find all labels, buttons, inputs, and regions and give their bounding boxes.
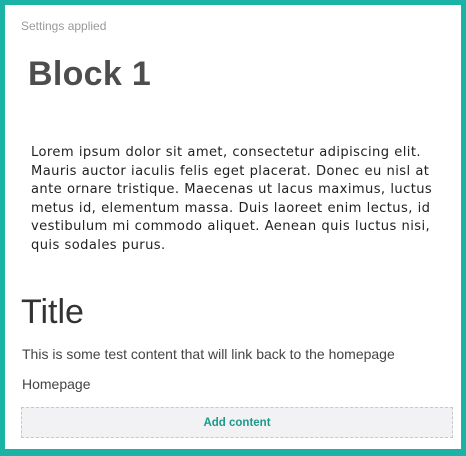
section-title: Title	[21, 293, 84, 331]
section-description: This is some test content that will link…	[22, 346, 395, 362]
block-body-text: Lorem ipsum dolor sit amet, consectetur …	[31, 145, 433, 253]
status-message: Settings applied	[21, 19, 107, 33]
add-content-button[interactable]: Add content	[21, 407, 453, 438]
add-content-label: Add content	[203, 416, 271, 429]
homepage-link[interactable]: Homepage	[22, 376, 91, 392]
editor-frame: Settings applied Block 1 Lorem ipsum dol…	[0, 0, 466, 456]
block-heading: Block 1	[28, 55, 152, 93]
